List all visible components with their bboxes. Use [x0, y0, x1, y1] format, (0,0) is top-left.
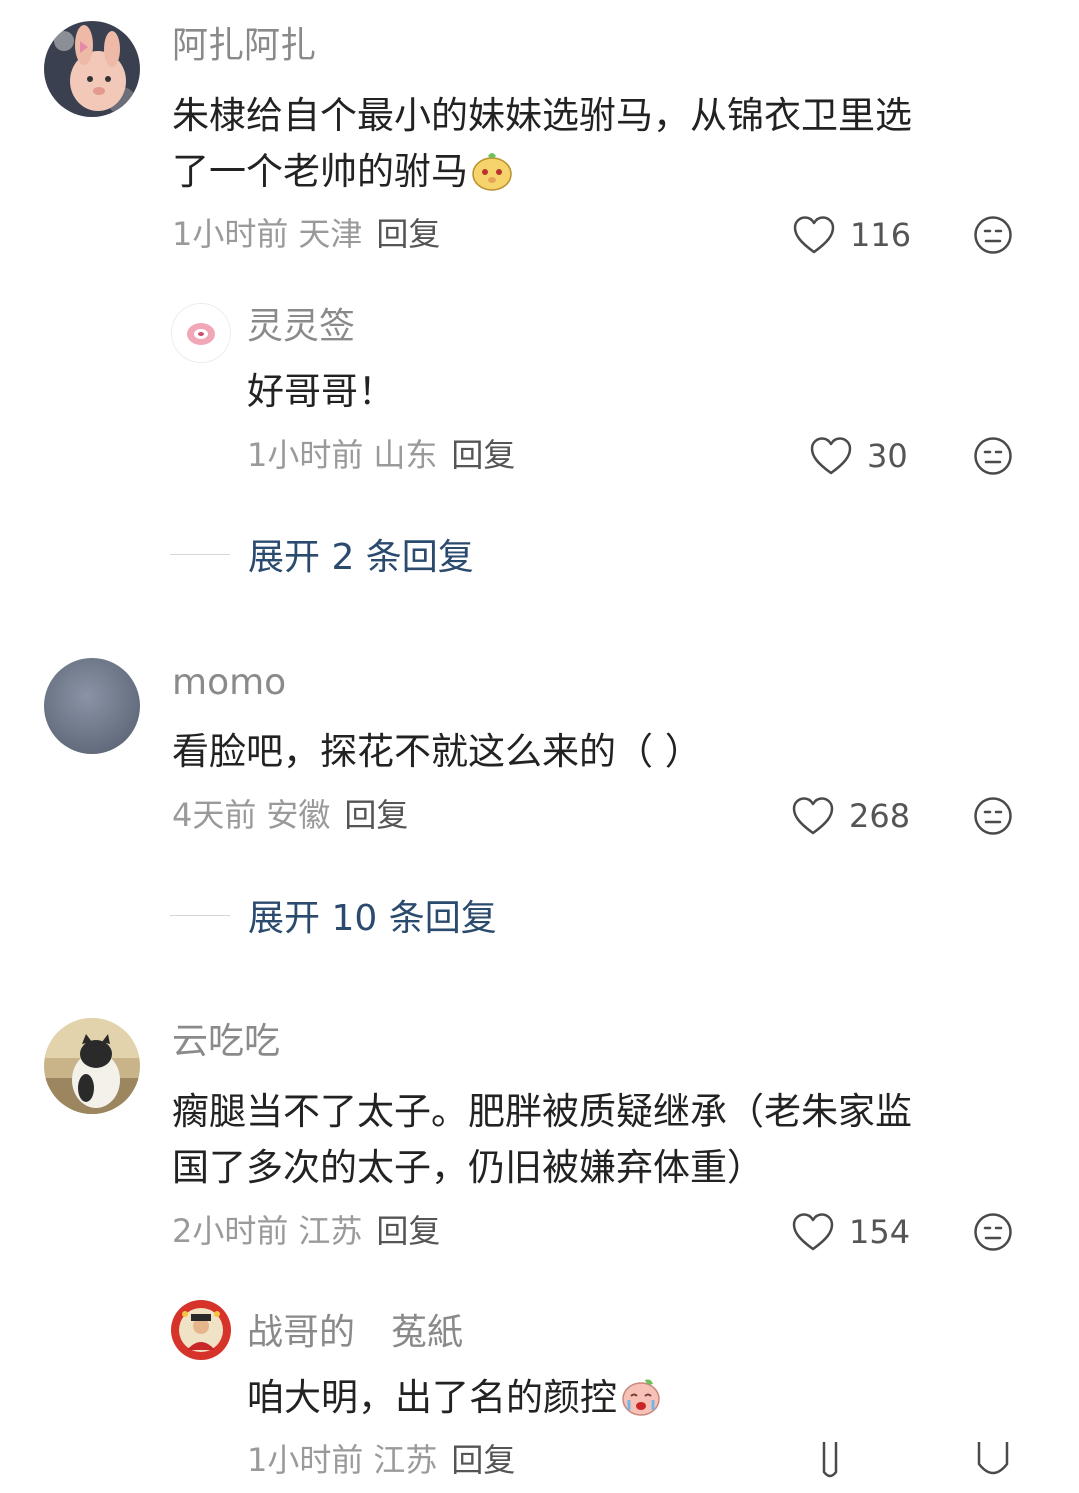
comment-meta: 1小时前 天津 回复 — [172, 218, 440, 250]
reply-button[interactable]: 回复 — [451, 436, 515, 474]
dislike-face-icon[interactable] — [973, 215, 1013, 255]
comment-username[interactable]: 云吃吃 — [172, 1024, 280, 1060]
reply-meta: 1小时前 江苏 回复 — [247, 1444, 515, 1476]
avatar[interactable] — [171, 303, 231, 363]
expand-replies-button[interactable]: 展开 10 条回复 — [170, 889, 497, 941]
dislike-face-icon[interactable] — [973, 796, 1013, 836]
comment-text-line: 瘸腿当不了太子。肥胖被质疑继承（老朱家监 — [172, 1090, 912, 1133]
reply-username[interactable]: 灵灵签 — [247, 309, 355, 345]
reply-button[interactable]: 回复 — [376, 215, 440, 253]
expand-replies-label: 展开 10 条回复 — [248, 898, 497, 939]
comment-meta: 2小时前 江苏 回复 — [172, 1215, 440, 1247]
reply-button[interactable]: 回复 — [451, 1441, 515, 1479]
emoji-sticker — [472, 153, 512, 191]
like-button[interactable]: 154 — [791, 1212, 910, 1252]
comment-time: 4天前 — [172, 796, 257, 834]
comment-text-line: 了一个老帅的驸马 — [172, 144, 514, 200]
comment-username[interactable]: momo — [172, 665, 286, 701]
comment-time: 1小时前 — [172, 215, 289, 253]
avatar[interactable] — [44, 658, 140, 754]
comment-text-line: 国了多次的太子，仍旧被嫌弃体重） — [172, 1146, 764, 1189]
avatar[interactable] — [44, 1018, 140, 1114]
dislike-face-icon[interactable] — [973, 1212, 1013, 1252]
reply-text: 咱大明，出了名的颜控 — [247, 1370, 663, 1426]
reply-location: 山东 — [373, 436, 438, 474]
dislike-face-icon[interactable] — [975, 1442, 1011, 1482]
comment-text-line: 看脸吧，探花不就这么来的（ ） — [172, 730, 702, 773]
reply-button[interactable]: 回复 — [376, 1212, 440, 1250]
reply-text: 好哥哥！ — [247, 370, 395, 413]
heart-icon — [793, 216, 835, 254]
like-button[interactable]: 268 — [791, 796, 910, 836]
heart-icon — [810, 437, 852, 475]
avatar[interactable] — [44, 21, 140, 117]
comment-text-fragment: 了一个老帅的驸马 — [172, 150, 468, 193]
like-button[interactable]: 30 — [809, 436, 908, 476]
expand-replies-label: 展开 2 条回复 — [248, 537, 474, 578]
emoji-sticker — [622, 1379, 660, 1416]
reply-location: 江苏 — [373, 1441, 438, 1479]
like-button[interactable]: 116 — [792, 215, 911, 255]
reply-button[interactable]: 回复 — [344, 796, 408, 834]
reply-username[interactable]: 战哥的 菟紙 — [247, 1315, 463, 1351]
like-count: 268 — [849, 797, 911, 835]
divider — [170, 553, 230, 555]
like-count: 154 — [849, 1213, 911, 1251]
reply-time: 1小时前 — [247, 436, 364, 474]
heart-icon[interactable] — [818, 1442, 842, 1482]
heart-icon — [792, 797, 834, 835]
comment-location: 天津 — [298, 215, 363, 253]
comment-username[interactable]: 阿扎阿扎 — [172, 28, 316, 64]
expand-replies-button[interactable]: 展开 2 条回复 — [170, 528, 474, 580]
dislike-face-icon[interactable] — [973, 436, 1013, 476]
like-count: 30 — [867, 437, 908, 475]
comment-meta: 4天前 安徽 回复 — [172, 799, 408, 831]
reply-text-fragment: 咱大明，出了名的颜控 — [247, 1376, 617, 1419]
comment-location: 安徽 — [266, 796, 331, 834]
divider — [170, 914, 230, 916]
comment-location: 江苏 — [298, 1212, 363, 1250]
reply-meta: 1小时前 山东 回复 — [247, 439, 515, 471]
like-count: 116 — [850, 216, 912, 254]
heart-icon — [792, 1213, 834, 1251]
avatar[interactable] — [171, 1300, 231, 1360]
comment-text-line: 朱棣给自个最小的妹妹选驸马，从锦衣卫里选 — [172, 94, 912, 137]
comment-time: 2小时前 — [172, 1212, 289, 1250]
reply-time: 1小时前 — [247, 1441, 364, 1479]
